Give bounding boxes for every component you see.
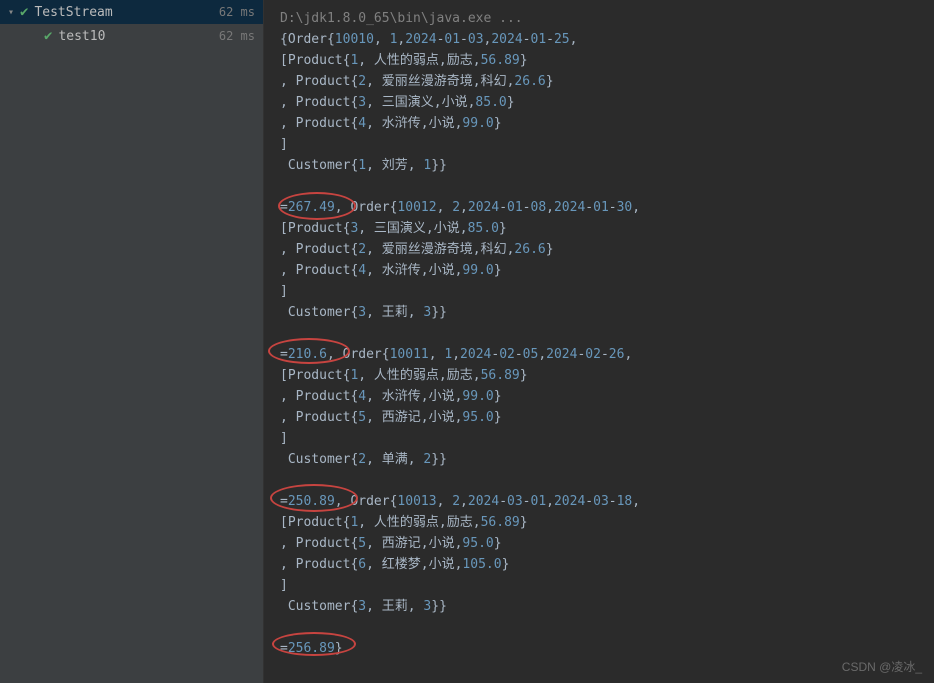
console-line: Customer{3, 王莉, 3}} <box>280 596 918 617</box>
console-line: Customer{1, 刘芳, 1}} <box>280 155 918 176</box>
console-line: , Product{3, 三国演义,小说,85.0} <box>280 92 918 113</box>
watermark: CSDN @凌冰_ <box>842 658 922 675</box>
test-time-label: 62 ms <box>219 5 255 19</box>
test-name-label: TestStream <box>34 5 218 20</box>
test-item-test10[interactable]: ✔ test10 62 ms <box>0 24 263 48</box>
console-line: , Product{4, 水浒传,小说,99.0} <box>280 260 918 281</box>
console-line: ] <box>280 281 918 302</box>
console-line: , Product{5, 西游记,小说,95.0} <box>280 407 918 428</box>
console-line: , Product{4, 水浒传,小说,99.0} <box>280 113 918 134</box>
console-line: , Product{4, 水浒传,小说,99.0} <box>280 386 918 407</box>
console-line: , Product{2, 爱丽丝漫游奇境,科幻,26.6} <box>280 239 918 260</box>
console-line: ] <box>280 575 918 596</box>
test-item-teststream[interactable]: ▾ ✔ TestStream 62 ms <box>0 0 263 24</box>
test-name-label: test10 <box>58 29 218 44</box>
console-line <box>280 323 918 344</box>
console-line: =256.89} <box>280 638 918 659</box>
check-icon: ✔ <box>44 28 52 44</box>
console-line: , Product{2, 爱丽丝漫游奇境,科幻,26.6} <box>280 71 918 92</box>
test-panel: ▾ ✔ TestStream 62 ms ✔ test10 62 ms <box>0 0 264 683</box>
console-line: Customer{2, 单满, 2}} <box>280 449 918 470</box>
console-line: [Product{1, 人性的弱点,励志,56.89} <box>280 512 918 533</box>
console-line: ] <box>280 428 918 449</box>
chevron-down-icon: ▾ <box>8 7 20 18</box>
console-line <box>280 470 918 491</box>
console-path: D:\jdk1.8.0_65\bin\java.exe ... <box>280 8 918 29</box>
test-time-label: 62 ms <box>219 29 255 43</box>
console-line: Customer{3, 王莉, 3}} <box>280 302 918 323</box>
console-line <box>280 176 918 197</box>
console-line: {Order{10010, 1,2024-01-03,2024-01-25, <box>280 29 918 50</box>
console-line: [Product{1, 人性的弱点,励志,56.89} <box>280 50 918 71</box>
console-output[interactable]: D:\jdk1.8.0_65\bin\java.exe ... {Order{1… <box>264 0 934 683</box>
console-line: , Product{5, 西游记,小说,95.0} <box>280 533 918 554</box>
console-line: , Product{6, 红楼梦,小说,105.0} <box>280 554 918 575</box>
console-line: ] <box>280 134 918 155</box>
console-line <box>280 617 918 638</box>
console-line: [Product{3, 三国演义,小说,85.0} <box>280 218 918 239</box>
console-line: =250.89, Order{10013, 2,2024-03-01,2024-… <box>280 491 918 512</box>
console-line: [Product{1, 人性的弱点,励志,56.89} <box>280 365 918 386</box>
console-line: =267.49, Order{10012, 2,2024-01-08,2024-… <box>280 197 918 218</box>
console-line: =210.6, Order{10011, 1,2024-02-05,2024-0… <box>280 344 918 365</box>
check-icon: ✔ <box>20 4 28 20</box>
